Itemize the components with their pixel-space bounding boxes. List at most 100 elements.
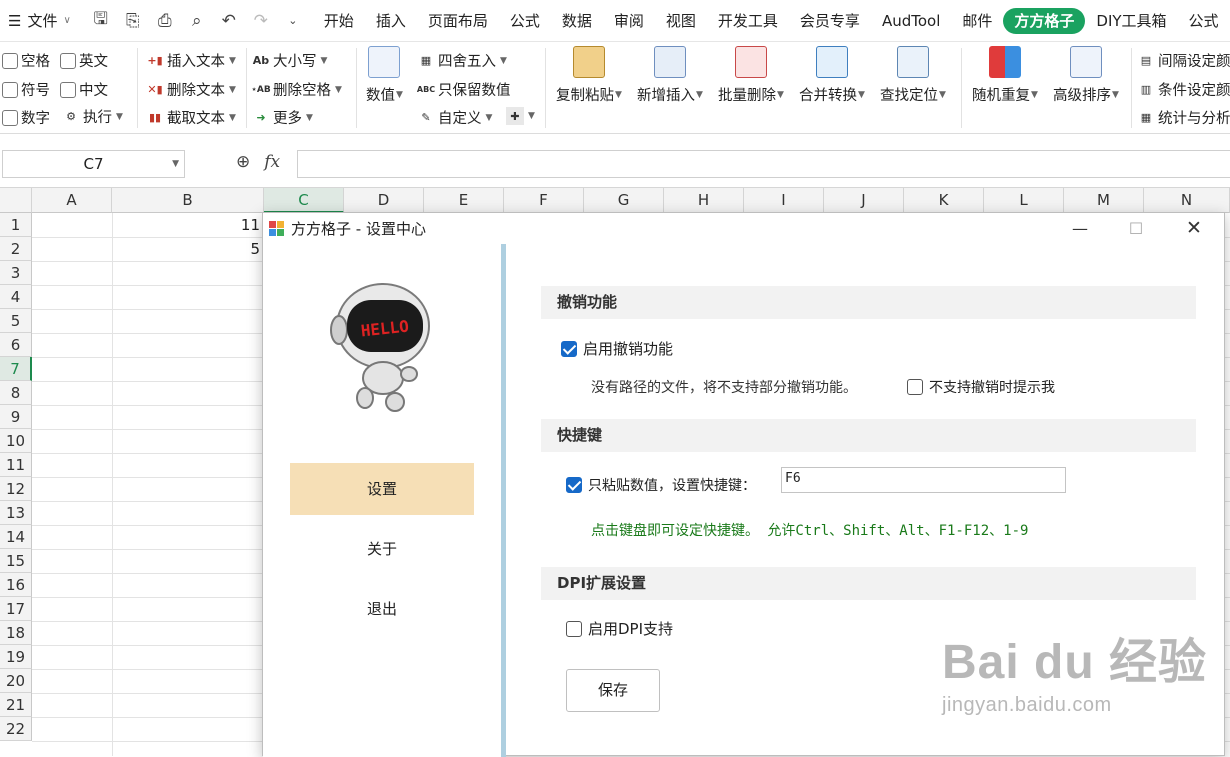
tab-review[interactable]: 审阅 <box>603 8 655 34</box>
column-header[interactable]: J <box>824 188 904 213</box>
row-header[interactable]: 9 <box>0 405 32 429</box>
fx-icon[interactable]: fx <box>264 152 280 172</box>
row-header[interactable]: 16 <box>0 573 32 597</box>
custom-button[interactable]: ✎ 自定义 ▼ <box>417 107 492 128</box>
formula-input[interactable] <box>297 150 1230 178</box>
row-header[interactable]: 5 <box>0 309 32 333</box>
cell-b1[interactable]: 11 <box>112 216 260 234</box>
dpi-enable-option[interactable]: 启用DPI支持 <box>566 618 673 639</box>
file-menu[interactable]: ☰ 文件 ∨ <box>0 10 81 31</box>
row-header[interactable]: 11 <box>0 453 32 477</box>
column-header[interactable]: B <box>112 188 264 213</box>
ribbon-check-symbol[interactable]: 符号 <box>2 79 50 100</box>
merge-convert-button[interactable]: 合并转换 ▼ <box>799 46 865 105</box>
column-header[interactable]: M <box>1064 188 1144 213</box>
paste-value-checkbox[interactable] <box>566 477 582 493</box>
print-icon[interactable]: ⎙ <box>155 11 175 31</box>
batch-delete-button[interactable]: 批量删除 ▼ <box>718 46 784 105</box>
hotkey-input[interactable]: F6 <box>781 467 1066 493</box>
tab-page-layout[interactable]: 页面布局 <box>417 8 499 34</box>
redo-icon[interactable]: ↷ <box>251 11 271 31</box>
name-box[interactable]: C7 ▼ <box>2 150 185 178</box>
tab-audtool[interactable]: AudTool <box>871 8 951 34</box>
nav-exit[interactable]: 退出 <box>290 583 474 635</box>
keep-value-button[interactable]: ABC 只保留数值 <box>417 79 511 100</box>
row-header[interactable]: 13 <box>0 501 32 525</box>
add-button[interactable]: ✚ ▼ <box>506 107 535 125</box>
random-repeat-button[interactable]: 随机重复 ▼ <box>972 46 1038 105</box>
row-header[interactable]: 3 <box>0 261 32 285</box>
undo-enable-checkbox[interactable] <box>561 340 577 357</box>
minimize-icon[interactable]: — <box>1057 213 1103 244</box>
round-button[interactable]: ▦ 四舍五入 ▼ <box>417 50 507 71</box>
delete-text-button[interactable]: ✕▮ 删除文本 ▼ <box>146 79 236 100</box>
execute-button[interactable]: ⚙ 执行 ▼ <box>62 106 123 127</box>
column-header[interactable]: A <box>32 188 112 213</box>
select-all-corner[interactable] <box>0 188 32 213</box>
tab-diy-toolbox[interactable]: DIY工具箱 <box>1085 8 1177 34</box>
ribbon-check-space[interactable]: 空格 <box>2 50 50 71</box>
column-header[interactable]: D <box>344 188 424 213</box>
tab-formulas[interactable]: 公式 <box>499 8 551 34</box>
row-header[interactable]: 6 <box>0 333 32 357</box>
row-header[interactable]: 18 <box>0 621 32 645</box>
column-header[interactable]: K <box>904 188 984 213</box>
save-button[interactable]: 保存 <box>566 669 660 712</box>
tab-developer[interactable]: 开发工具 <box>707 8 789 34</box>
row-header-selected[interactable]: 7 <box>0 357 32 381</box>
export-icon[interactable]: ⎘ <box>123 11 143 31</box>
copy-paste-button[interactable]: 复制粘贴 ▼ <box>556 46 622 105</box>
nav-about[interactable]: 关于 <box>290 523 474 575</box>
stats-analysis-button[interactable]: ▦ 统计与分析 <box>1137 107 1230 128</box>
column-header[interactable]: N <box>1144 188 1230 213</box>
tab-insert[interactable]: 插入 <box>365 8 417 34</box>
undo-prompt-checkbox[interactable] <box>907 379 923 395</box>
column-header[interactable]: G <box>584 188 664 213</box>
maximize-icon[interactable]: ☐ <box>1113 213 1159 244</box>
row-header[interactable]: 12 <box>0 477 32 501</box>
number-button[interactable]: 数值 ▼ <box>366 46 403 105</box>
zoom-icon[interactable]: ⊕ <box>236 152 250 172</box>
cell-b2[interactable]: 5 <box>112 240 260 258</box>
column-header[interactable]: H <box>664 188 744 213</box>
tab-fangfanggezi[interactable]: 方方格子 <box>1003 7 1086 34</box>
row-header[interactable]: 4 <box>0 285 32 309</box>
dpi-enable-checkbox[interactable] <box>566 620 582 637</box>
interval-color-button[interactable]: ▤ 间隔设定颜 <box>1137 50 1230 71</box>
tab-view[interactable]: 视图 <box>655 8 707 34</box>
row-header[interactable]: 21 <box>0 693 32 717</box>
row-header[interactable]: 8 <box>0 381 32 405</box>
more-button[interactable]: ➜ 更多 ▼ <box>252 107 313 128</box>
insert-new-button[interactable]: 新增插入 ▼ <box>637 46 703 105</box>
ribbon-check-english[interactable]: 英文 <box>60 50 108 71</box>
tab-home[interactable]: 开始 <box>313 8 365 34</box>
row-header[interactable]: 1 <box>0 213 32 237</box>
advanced-sort-button[interactable]: 高级排序 ▼ <box>1053 46 1119 105</box>
row-header[interactable]: 2 <box>0 237 32 261</box>
row-header[interactable]: 19 <box>0 645 32 669</box>
undo-prompt-option[interactable]: 不支持撤销时提示我 <box>907 377 1055 397</box>
condition-color-button[interactable]: ▥ 条件设定颜 <box>1137 79 1230 100</box>
paste-value-option[interactable]: 只粘贴数值，设置快捷键： <box>566 475 756 495</box>
row-header[interactable]: 10 <box>0 429 32 453</box>
column-header[interactable]: I <box>744 188 824 213</box>
tab-mail[interactable]: 邮件 <box>951 8 1003 34</box>
undo-icon[interactable]: ↶ <box>219 11 239 31</box>
remove-space-button[interactable]: ⋆AB 删除空格 ▼ <box>251 79 342 100</box>
row-header[interactable]: 15 <box>0 549 32 573</box>
case-button[interactable]: Ab 大小写 ▼ <box>252 50 328 71</box>
row-header[interactable]: 14 <box>0 525 32 549</box>
dialog-title-bar[interactable]: 方方格子 - 设置中心 — ☐ ✕ <box>263 213 1224 244</box>
row-header[interactable]: 20 <box>0 669 32 693</box>
print-preview-icon[interactable]: ⌕ <box>187 11 207 31</box>
ribbon-check-number[interactable]: 数字 <box>2 107 50 128</box>
column-header[interactable]: E <box>424 188 504 213</box>
tab-member[interactable]: 会员专享 <box>789 8 871 34</box>
customize-dropdown-icon[interactable]: ⌄ <box>283 14 303 27</box>
row-header[interactable]: 17 <box>0 597 32 621</box>
extract-text-button[interactable]: ▮▮ 截取文本 ▼ <box>146 107 236 128</box>
undo-enable-option[interactable]: 启用撤销功能 <box>561 338 673 359</box>
close-icon[interactable]: ✕ <box>1171 213 1217 244</box>
column-header[interactable]: L <box>984 188 1064 213</box>
row-header[interactable]: 22 <box>0 717 32 741</box>
